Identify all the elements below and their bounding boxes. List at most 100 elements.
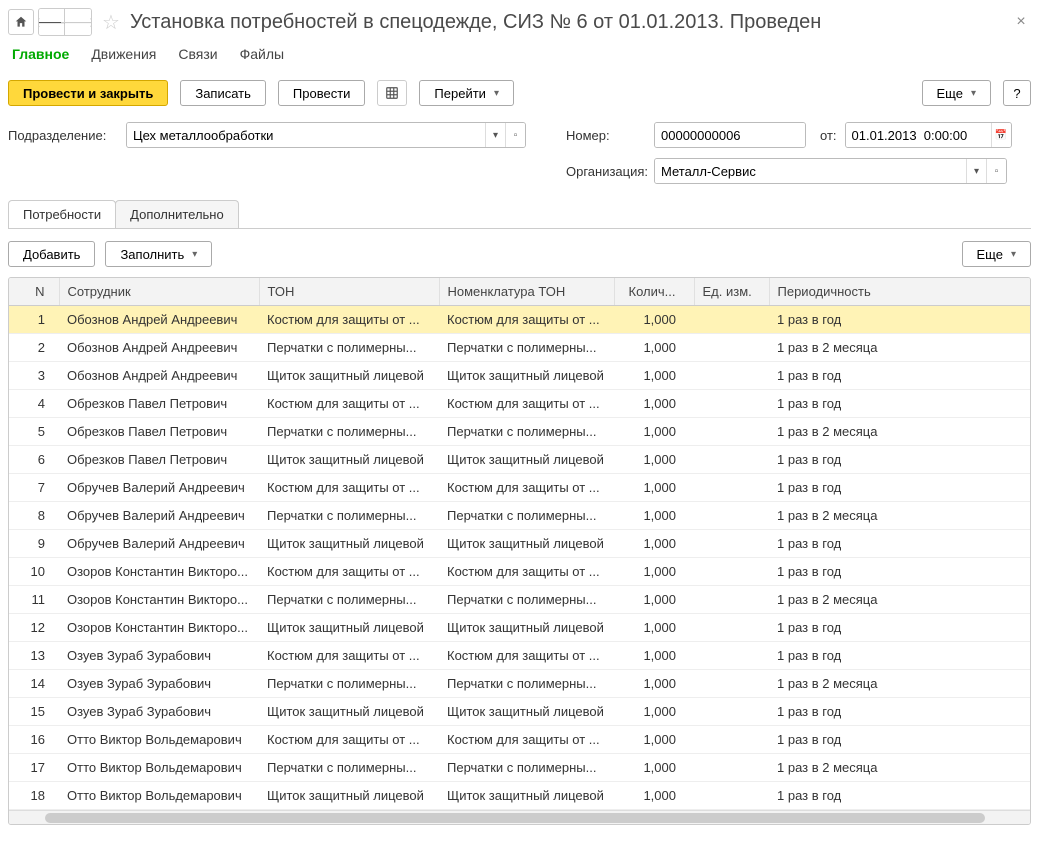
th-n[interactable]: N — [9, 278, 59, 306]
forward-button[interactable]: 🡒 — [65, 9, 91, 35]
cell-unit — [694, 698, 769, 726]
cell-nomenclature: Щиток защитный лицевой — [439, 446, 614, 474]
th-periodicity[interactable]: Периодичность — [769, 278, 1030, 306]
table-more-button[interactable]: Еще — [962, 241, 1031, 267]
cell-unit — [694, 558, 769, 586]
cell-qty: 1,000 — [614, 502, 694, 530]
th-employee[interactable]: Сотрудник — [59, 278, 259, 306]
cell-nomenclature: Перчатки с полимерны... — [439, 754, 614, 782]
th-nomenclature[interactable]: Номенклатура ТОН — [439, 278, 614, 306]
cell-nomenclature: Костюм для защиты от ... — [439, 642, 614, 670]
table-row[interactable]: 6Обрезков Павел ПетровичЩиток защитный л… — [9, 446, 1030, 474]
cell-qty: 1,000 — [614, 782, 694, 810]
table-row[interactable]: 15Озуев Зураб ЗурабовичЩиток защитный ли… — [9, 698, 1030, 726]
table-row[interactable]: 18Отто Виктор ВольдемаровичЩиток защитны… — [9, 782, 1030, 810]
cell-periodicity: 1 раз в 2 месяца — [769, 670, 1030, 698]
date-field[interactable]: 📅 — [845, 122, 1012, 148]
calculator-icon — [385, 86, 399, 100]
org-field[interactable]: ▾ ▫ — [654, 158, 1007, 184]
number-label: Номер: — [566, 128, 646, 143]
cell-unit — [694, 614, 769, 642]
table-row[interactable]: 12Озоров Константин Викторо...Щиток защи… — [9, 614, 1030, 642]
org-dropdown-button[interactable]: ▾ — [966, 159, 986, 183]
subdivision-input[interactable] — [127, 123, 485, 147]
cell-n: 12 — [9, 614, 59, 642]
org-input[interactable] — [655, 159, 966, 183]
tab-additional[interactable]: Дополнительно — [115, 200, 239, 228]
cell-nomenclature: Костюм для защиты от ... — [439, 306, 614, 334]
cell-employee: Обрезков Павел Петрович — [59, 390, 259, 418]
table-row[interactable]: 16Отто Виктор ВольдемаровичКостюм для за… — [9, 726, 1030, 754]
cell-nomenclature: Перчатки с полимерны... — [439, 418, 614, 446]
subdivision-label: Подразделение: — [8, 128, 118, 143]
fill-button[interactable]: Заполнить — [105, 241, 212, 267]
table-row[interactable]: 10Озоров Константин Викторо...Костюм для… — [9, 558, 1030, 586]
favorite-star-icon[interactable]: ☆ — [102, 10, 120, 35]
tab-files[interactable]: Файлы — [240, 46, 284, 62]
home-button[interactable] — [8, 9, 34, 35]
tab-links[interactable]: Связи — [178, 46, 217, 62]
cell-ton: Перчатки с полимерны... — [259, 418, 439, 446]
chevron-down-icon: ▾ — [974, 166, 979, 177]
subdivision-open-button[interactable]: ▫ — [505, 123, 525, 147]
more-button[interactable]: Еще — [922, 80, 991, 106]
th-qty[interactable]: Колич... — [614, 278, 694, 306]
cell-qty: 1,000 — [614, 726, 694, 754]
org-label: Организация: — [566, 164, 646, 179]
cell-ton: Щиток защитный лицевой — [259, 614, 439, 642]
cell-unit — [694, 334, 769, 362]
number-input[interactable] — [655, 123, 805, 147]
cell-periodicity: 1 раз в год — [769, 698, 1030, 726]
th-ton[interactable]: ТОН — [259, 278, 439, 306]
scrollbar-thumb[interactable] — [45, 813, 985, 823]
cell-unit — [694, 418, 769, 446]
calculator-button[interactable] — [377, 80, 407, 106]
cell-employee: Озоров Константин Викторо... — [59, 558, 259, 586]
table-row[interactable]: 7Обручев Валерий АндреевичКостюм для защ… — [9, 474, 1030, 502]
table-row[interactable]: 9Обручев Валерий АндреевичЩиток защитный… — [9, 530, 1030, 558]
org-open-button[interactable]: ▫ — [986, 159, 1006, 183]
cell-unit — [694, 586, 769, 614]
goto-button[interactable]: Перейти — [419, 80, 514, 106]
calendar-icon: 📅 — [995, 130, 1007, 141]
number-field[interactable] — [654, 122, 806, 148]
table-row[interactable]: 1Обознов Андрей АндреевичКостюм для защи… — [9, 306, 1030, 334]
table-row[interactable]: 3Обознов Андрей АндреевичЩиток защитный … — [9, 362, 1030, 390]
cell-periodicity: 1 раз в 2 месяца — [769, 334, 1030, 362]
post-and-close-button[interactable]: Провести и закрыть — [8, 80, 168, 106]
table-row[interactable]: 11Озоров Константин Викторо...Перчатки с… — [9, 586, 1030, 614]
date-input[interactable] — [846, 123, 991, 147]
chevron-down-icon: ▾ — [493, 130, 498, 141]
tab-needs[interactable]: Потребности — [8, 200, 116, 228]
cell-employee: Озоров Константин Викторо... — [59, 586, 259, 614]
add-button[interactable]: Добавить — [8, 241, 95, 267]
tab-main[interactable]: Главное — [12, 46, 69, 62]
cell-n: 1 — [9, 306, 59, 334]
table-row[interactable]: 13Озуев Зураб ЗурабовичКостюм для защиты… — [9, 642, 1030, 670]
horizontal-scrollbar[interactable] — [9, 810, 1030, 824]
open-icon: ▫ — [995, 166, 999, 177]
cell-unit — [694, 362, 769, 390]
help-button[interactable]: ? — [1003, 80, 1031, 106]
cell-n: 4 — [9, 390, 59, 418]
cell-unit — [694, 754, 769, 782]
subdivision-dropdown-button[interactable]: ▾ — [485, 123, 505, 147]
post-button[interactable]: Провести — [278, 80, 366, 106]
save-button[interactable]: Записать — [180, 80, 266, 106]
table-row[interactable]: 5Обрезков Павел ПетровичПерчатки с полим… — [9, 418, 1030, 446]
table-row[interactable]: 17Отто Виктор ВольдемаровичПерчатки с по… — [9, 754, 1030, 782]
table-row[interactable]: 14Озуев Зураб ЗурабовичПерчатки с полиме… — [9, 670, 1030, 698]
date-picker-button[interactable]: 📅 — [991, 123, 1011, 147]
tab-movements[interactable]: Движения — [91, 46, 156, 62]
table-row[interactable]: 2Обознов Андрей АндреевичПерчатки с поли… — [9, 334, 1030, 362]
table-row[interactable]: 8Обручев Валерий АндреевичПерчатки с пол… — [9, 502, 1030, 530]
cell-employee: Отто Виктор Вольдемарович — [59, 726, 259, 754]
close-button[interactable]: × — [1011, 13, 1031, 31]
th-unit[interactable]: Ед. изм. — [694, 278, 769, 306]
cell-periodicity: 1 раз в год — [769, 726, 1030, 754]
cell-n: 7 — [9, 474, 59, 502]
cell-nomenclature: Костюм для защиты от ... — [439, 726, 614, 754]
cell-employee: Обознов Андрей Андреевич — [59, 334, 259, 362]
table-row[interactable]: 4Обрезков Павел ПетровичКостюм для защит… — [9, 390, 1030, 418]
subdivision-field[interactable]: ▾ ▫ — [126, 122, 526, 148]
